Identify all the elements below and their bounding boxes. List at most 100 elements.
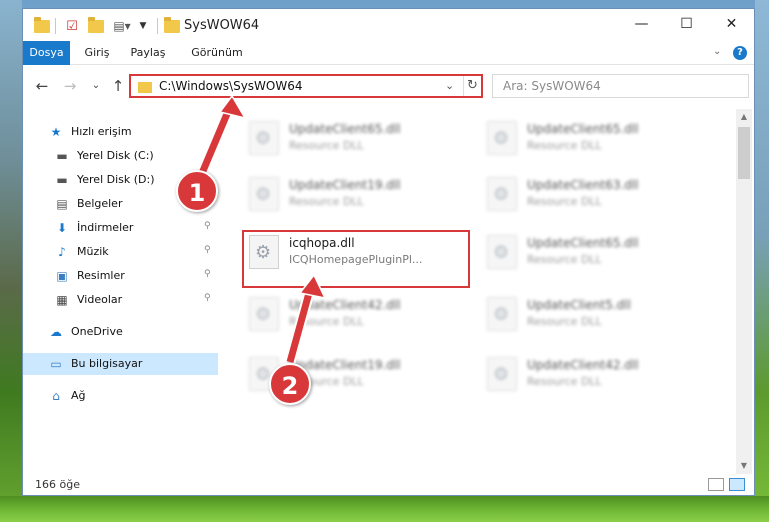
file-type: Resource DLL <box>289 195 364 208</box>
address-path[interactable]: C:\Windows\SysWOW64 <box>159 79 303 93</box>
customize-toolbar-icon[interactable]: ▼ <box>137 18 149 34</box>
sidebar-item-network[interactable]: ⌂ Ağ <box>23 385 218 407</box>
local-disk-c-icon: ▬ <box>56 149 68 163</box>
sidebar-item-this-pc[interactable]: ▭ Bu bilgisayar <box>23 353 218 375</box>
ribbon-tabs: Dosya Giriş Paylaş Görünüm ⌄ ? <box>23 41 754 65</box>
tab-share[interactable]: Paylaş <box>122 41 174 65</box>
address-bar[interactable]: C:\Windows\SysWOW64 ⌄ ↻ <box>129 74 483 98</box>
sidebar-item-label: Bu bilgisayar <box>71 357 143 370</box>
refresh-icon[interactable]: ↻ <box>463 76 481 96</box>
close-button[interactable]: ✕ <box>709 9 754 39</box>
sidebar-item-label: İndirmeler <box>77 221 134 234</box>
tiles-view-icon[interactable] <box>729 478 745 491</box>
file-type: Resource DLL <box>527 315 602 328</box>
navigation-bar: ← → ⌄ ↑ C:\Windows\SysWOW64 ⌄ ↻ Ara: Sys… <box>23 73 754 101</box>
pin-icon[interactable]: ⚲ <box>204 293 211 303</box>
window-title: SysWOW64 <box>184 18 260 33</box>
file-tile[interactable]: UpdateClient65.dll Resource DLL <box>477 117 703 163</box>
local-disk-d-icon: ▬ <box>56 173 68 187</box>
documents-icon: ▤ <box>56 197 68 211</box>
file-tile[interactable]: UpdateClient19.dll Resource DLL <box>239 173 465 219</box>
dll-file-icon <box>487 235 517 269</box>
file-type: Resource DLL <box>527 375 602 388</box>
details-view-icon[interactable] <box>708 478 724 491</box>
forward-button[interactable]: → <box>59 76 81 96</box>
sidebar-item-label: Hızlı erişim <box>71 125 132 138</box>
recent-locations-button[interactable]: ⌄ <box>85 76 107 96</box>
step-one-badge: 1 <box>176 170 218 212</box>
pin-icon[interactable]: ⚲ <box>204 269 211 279</box>
tab-home[interactable]: Giriş <box>77 41 117 65</box>
search-placeholder: Ara: SysWOW64 <box>503 79 601 93</box>
scroll-thumb[interactable] <box>738 127 750 179</box>
desktop-wallpaper-left <box>0 0 22 522</box>
item-count: 166 öğe <box>35 478 80 491</box>
address-dropdown-icon[interactable]: ⌄ <box>445 79 454 92</box>
sidebar-item-music[interactable]: ♪ Müzik ⚲ <box>23 241 218 263</box>
minimize-button[interactable]: — <box>619 9 664 39</box>
help-icon[interactable]: ? <box>733 46 747 60</box>
sidebar-item-downloads[interactable]: ⬇ İndirmeler ⚲ <box>23 217 218 239</box>
sidebar-item-label: Ağ <box>71 389 86 402</box>
properties-icon[interactable]: ☑ <box>63 18 81 34</box>
selected-file-highlight <box>242 230 470 288</box>
sidebar-item-quick-access[interactable]: ★ Hızlı erişim <box>23 121 218 143</box>
file-tile[interactable]: UpdateClient65.dll Resource DLL <box>239 117 465 163</box>
onedrive-icon: ☁ <box>50 325 62 339</box>
file-type: Resource DLL <box>527 253 602 266</box>
sidebar-item-label: Videolar <box>77 293 123 306</box>
sidebar-item-onedrive[interactable]: ☁ OneDrive <box>23 321 218 343</box>
file-name: UpdateClient42.dll <box>527 358 639 372</box>
file-name: UpdateClient65.dll <box>289 122 401 136</box>
file-type: Resource DLL <box>527 139 602 152</box>
ribbon-collapse-icon[interactable]: ⌄ <box>713 46 721 57</box>
dll-file-icon <box>487 177 517 211</box>
navigation-pane: ★ Hızlı erişim ▬ Yerel Disk (C:) ▬ Yerel Disk… <box>23 109 218 474</box>
tab-file[interactable]: Dosya <box>23 41 70 65</box>
new-folder-icon[interactable] <box>87 16 105 34</box>
address-folder-icon <box>138 82 152 93</box>
file-tile[interactable]: UpdateClient42.dll Resource DLL <box>239 293 465 339</box>
pictures-icon: ▣ <box>56 269 68 283</box>
dll-file-icon <box>249 177 279 211</box>
up-button[interactable]: ↑ <box>107 76 129 96</box>
videos-icon: ▦ <box>56 293 68 307</box>
music-icon: ♪ <box>58 245 66 259</box>
quick-access-icon: ★ <box>50 125 62 139</box>
sidebar-item-local-disk-c[interactable]: ▬ Yerel Disk (C:) <box>23 145 218 167</box>
pin-icon[interactable]: ⚲ <box>204 245 211 255</box>
sidebar-item-label: Yerel Disk (C:) <box>77 149 154 162</box>
network-icon: ⌂ <box>52 389 60 403</box>
file-name: UpdateClient5.dll <box>527 298 631 312</box>
view-options-icon[interactable]: ▤▾ <box>111 18 133 34</box>
desktop-wallpaper-right <box>755 0 769 522</box>
file-list: UpdateClient65.dllResource DLLUpdateClie… <box>239 109 735 474</box>
scroll-down-arrow-icon[interactable]: ▼ <box>736 458 752 474</box>
scroll-up-arrow-icon[interactable]: ▲ <box>736 109 752 125</box>
file-name: UpdateClient65.dll <box>527 236 639 250</box>
this-pc-icon: ▭ <box>50 357 62 371</box>
sidebar-item-videos[interactable]: ▦ Videolar ⚲ <box>23 289 218 311</box>
title-separator <box>157 18 158 34</box>
maximize-button[interactable]: ☐ <box>664 9 709 39</box>
file-tile[interactable]: UpdateClient42.dll Resource DLL <box>477 353 703 399</box>
file-tile[interactable]: UpdateClient5.dll Resource DLL <box>477 293 703 339</box>
step-two-badge: 2 <box>269 363 311 405</box>
file-name: UpdateClient65.dll <box>527 122 639 136</box>
file-name: UpdateClient42.dll <box>289 298 401 312</box>
file-tile[interactable]: UpdateClient63.dll Resource DLL <box>477 173 703 219</box>
dll-file-icon <box>487 121 517 155</box>
pin-icon[interactable]: ⚲ <box>204 221 211 231</box>
title-bar: ☑ ▤▾ ▼ SysWOW64 — ☐ ✕ <box>23 9 754 41</box>
search-input[interactable]: Ara: SysWOW64 <box>492 74 749 98</box>
dll-file-icon <box>249 297 279 331</box>
vertical-scrollbar[interactable]: ▲ ▼ <box>736 109 752 474</box>
downloads-icon: ⬇ <box>56 221 68 235</box>
dll-file-icon <box>249 121 279 155</box>
tab-view[interactable]: Görünüm <box>181 41 253 65</box>
file-tile[interactable]: UpdateClient65.dll Resource DLL <box>477 231 703 277</box>
window-folder-icon <box>163 16 181 34</box>
sidebar-item-pictures[interactable]: ▣ Resimler ⚲ <box>23 265 218 287</box>
back-button[interactable]: ← <box>31 76 53 96</box>
quick-access-separator <box>55 18 56 34</box>
